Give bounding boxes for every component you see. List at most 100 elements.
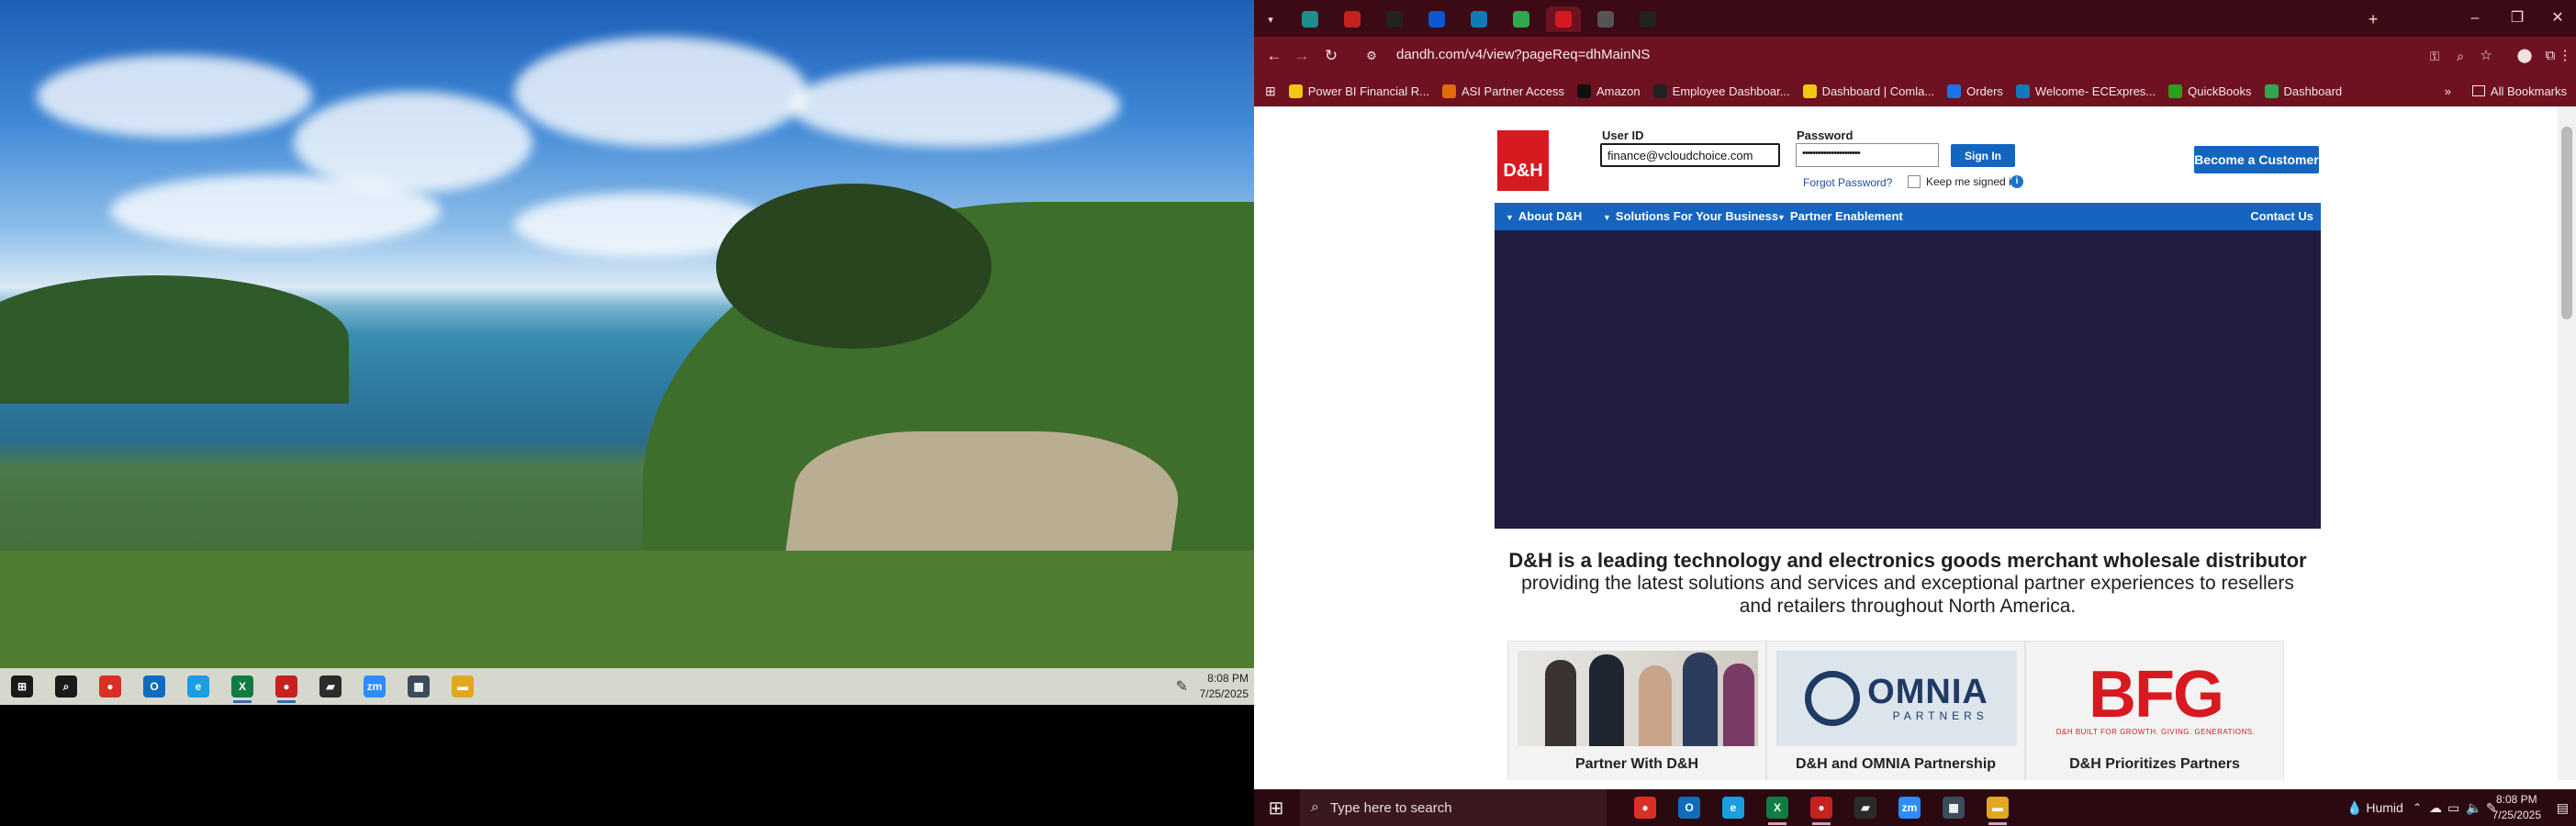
notification-icon[interactable]: ▤ [2557, 789, 2569, 826]
left-taskbar-start-button[interactable]: ⊞ [0, 668, 44, 705]
plus-icon: + [2368, 9, 2379, 28]
password-field[interactable]: •••••••••••••••••••••• [1796, 143, 1939, 167]
left-taskbar-file-explorer-button[interactable]: ▬ [441, 668, 485, 705]
hero-banner[interactable] [1495, 230, 2321, 529]
right-taskbar-excel-button[interactable]: X [1755, 789, 1799, 826]
browser-tab[interactable] [1546, 6, 1581, 32]
browser-tab[interactable] [1419, 6, 1454, 32]
minimize-button[interactable]: – [2457, 7, 2493, 29]
right-taskbar-chrome-button[interactable]: ● [1623, 789, 1667, 826]
menu-icon[interactable]: ⋮ [2556, 45, 2574, 67]
left-taskbar-excel-button[interactable]: X [220, 668, 264, 705]
start-button[interactable]: ⊞ [1254, 789, 1298, 826]
right-taskbar-file-explorer-button[interactable]: ▬ [1976, 789, 2020, 826]
more-bookmarks-icon[interactable]: » [2445, 84, 2451, 98]
keep-signed-in-label: Keep me signed in [1926, 175, 2018, 188]
right-taskbar-calculator-button[interactable]: ▦ [1932, 789, 1976, 826]
windows-icon: ⊞ [1268, 798, 1284, 819]
browser-tab[interactable] [1630, 6, 1665, 32]
right-taskbar-sticky-notes-button[interactable]: ▰ [1843, 789, 1887, 826]
close-button[interactable]: ✕ [2539, 7, 2576, 29]
right-clock[interactable]: 8:08 PM 7/25/2025 [2492, 789, 2541, 826]
forward-button[interactable]: → [1291, 45, 1313, 67]
zoom-icon: zm [1898, 797, 1921, 819]
card-omnia[interactable]: OMNIA PARTNERS D&H and OMNIA Partnership [1766, 641, 2025, 780]
edge-icon: e [187, 675, 209, 698]
right-taskbar-chrome-profile-button[interactable]: ● [1799, 789, 1843, 826]
browser-tab[interactable] [1377, 6, 1412, 32]
reload-button[interactable]: ↻ [1320, 45, 1342, 67]
dh-logo[interactable]: D&H [1497, 130, 1549, 191]
address-bar[interactable]: dandh.com/v4/view?pageReq=dhMainNS [1396, 47, 1650, 62]
info-icon[interactable]: i [2010, 175, 2023, 188]
weather-widget[interactable]: 💧 Humid [2346, 789, 2403, 826]
left-taskbar-calculator-button[interactable]: ▦ [397, 668, 441, 705]
extension-icon[interactable]: ⬤ [2514, 45, 2536, 67]
right-taskbar-edge-button[interactable]: e [1711, 789, 1755, 826]
card-bfg[interactable]: BFG D&H BUILT FOR GROWTH. GIVING. GENERA… [2025, 641, 2284, 780]
bookmark-item[interactable]: Power BI Financial R... [1288, 84, 1429, 98]
onedrive-icon[interactable]: ☁ [2429, 789, 2442, 826]
user-id-field[interactable]: finance@vcloudchoice.com [1600, 143, 1780, 167]
bookmark-item[interactable]: Orders [1947, 84, 2003, 98]
browser-tab[interactable] [1462, 6, 1496, 32]
tab-search-button[interactable]: ▾ [1260, 6, 1282, 32]
pen-icon[interactable]: ✎ [1176, 677, 1188, 696]
become-customer-button[interactable]: Become a Customer [2194, 146, 2319, 173]
tray-chevron-icon[interactable]: ⌃ [2413, 789, 2422, 826]
right-taskbar-zoom-button[interactable]: zm [1887, 789, 1932, 826]
restore-button[interactable]: ❐ [2499, 7, 2536, 29]
right-taskbar-outlook-button[interactable]: O [1667, 789, 1711, 826]
browser-tab[interactable] [1335, 6, 1370, 32]
back-button[interactable]: ← [1263, 45, 1285, 67]
search-icon: ⌕ [1311, 799, 1319, 815]
zoom-icon[interactable]: ⌕ [2449, 45, 2471, 67]
right-time: 8:08 PM [2495, 793, 2537, 806]
all-bookmarks-button[interactable]: All Bookmarks [2471, 84, 2567, 98]
bookmark-label: Employee Dashboar... [1672, 84, 1790, 98]
bookmark-item[interactable]: Amazon [1576, 84, 1641, 98]
scrollbar-thumb[interactable] [2561, 127, 2572, 319]
left-taskbar-search-button[interactable]: ⌕ [44, 668, 88, 705]
left-taskbar-chrome-button[interactable]: ● [88, 668, 132, 705]
card-partner[interactable]: Partner With D&H [1507, 641, 1766, 780]
nav-contact[interactable]: Contact Us [2250, 203, 2313, 230]
nav-about-label: About D&H [1518, 209, 1583, 223]
left-taskbar-zoom-button[interactable]: zm [353, 668, 397, 705]
apps-grid-icon[interactable]: ⊞ [1265, 84, 1276, 99]
bookmark-item[interactable]: ASI Partner Access [1441, 84, 1564, 98]
browser-tab[interactable] [1588, 6, 1623, 32]
new-tab-button[interactable]: + [2359, 6, 2387, 32]
site-info-icon[interactable]: ⚙ [1361, 45, 1383, 67]
bookmark-item[interactable]: Dashboard [2264, 84, 2342, 98]
tab-favicon-icon [1513, 11, 1529, 28]
browser-tab[interactable] [1293, 6, 1327, 32]
browser-tab[interactable] [1504, 6, 1539, 32]
left-taskbar-outlook-button[interactable]: O [132, 668, 176, 705]
bookmark-item[interactable]: QuickBooks [2168, 84, 2252, 98]
bookmark-item[interactable]: Dashboard | Comla... [1802, 84, 1934, 98]
bookmark-label: QuickBooks [2188, 84, 2252, 98]
chrome-icon: ● [99, 675, 121, 698]
bookmark-item[interactable]: Employee Dashboar... [1652, 84, 1790, 98]
outlook-icon: O [143, 675, 165, 698]
desktop-wallpaper [0, 0, 1254, 668]
keep-signed-in-checkbox[interactable] [1908, 175, 1921, 188]
caret-down-icon: ▼ [1506, 213, 1514, 222]
left-taskbar-edge-button[interactable]: e [176, 668, 220, 705]
nav-partner-enablement[interactable]: ▼ Partner Enablement [1777, 203, 1903, 230]
bookmark-item[interactable]: Welcome- ECExpres... [2015, 84, 2156, 98]
bookmark-star-icon[interactable]: ☆ [2475, 45, 2497, 67]
left-taskbar-chrome-profile-button[interactable]: ● [264, 668, 308, 705]
nav-solutions[interactable]: ▼ Solutions For Your Business [1603, 203, 1778, 230]
volume-icon[interactable]: 🔈 [2466, 789, 2481, 826]
forgot-password-link[interactable]: Forgot Password? [1803, 176, 1892, 189]
left-clock[interactable]: 8:08 PM 7/25/2025 [1200, 668, 1249, 705]
left-taskbar-sticky-notes-button[interactable]: ▰ [308, 668, 353, 705]
taskbar-search[interactable]: ⌕ Type here to search [1300, 789, 1607, 826]
nav-about[interactable]: ▼ About D&H [1506, 203, 1582, 230]
password-key-icon[interactable]: ⚿ [2424, 45, 2446, 67]
tab-favicon-icon [1344, 11, 1361, 28]
network-icon[interactable]: ▭ [2447, 789, 2459, 826]
sign-in-button[interactable]: Sign In [1951, 144, 2015, 167]
